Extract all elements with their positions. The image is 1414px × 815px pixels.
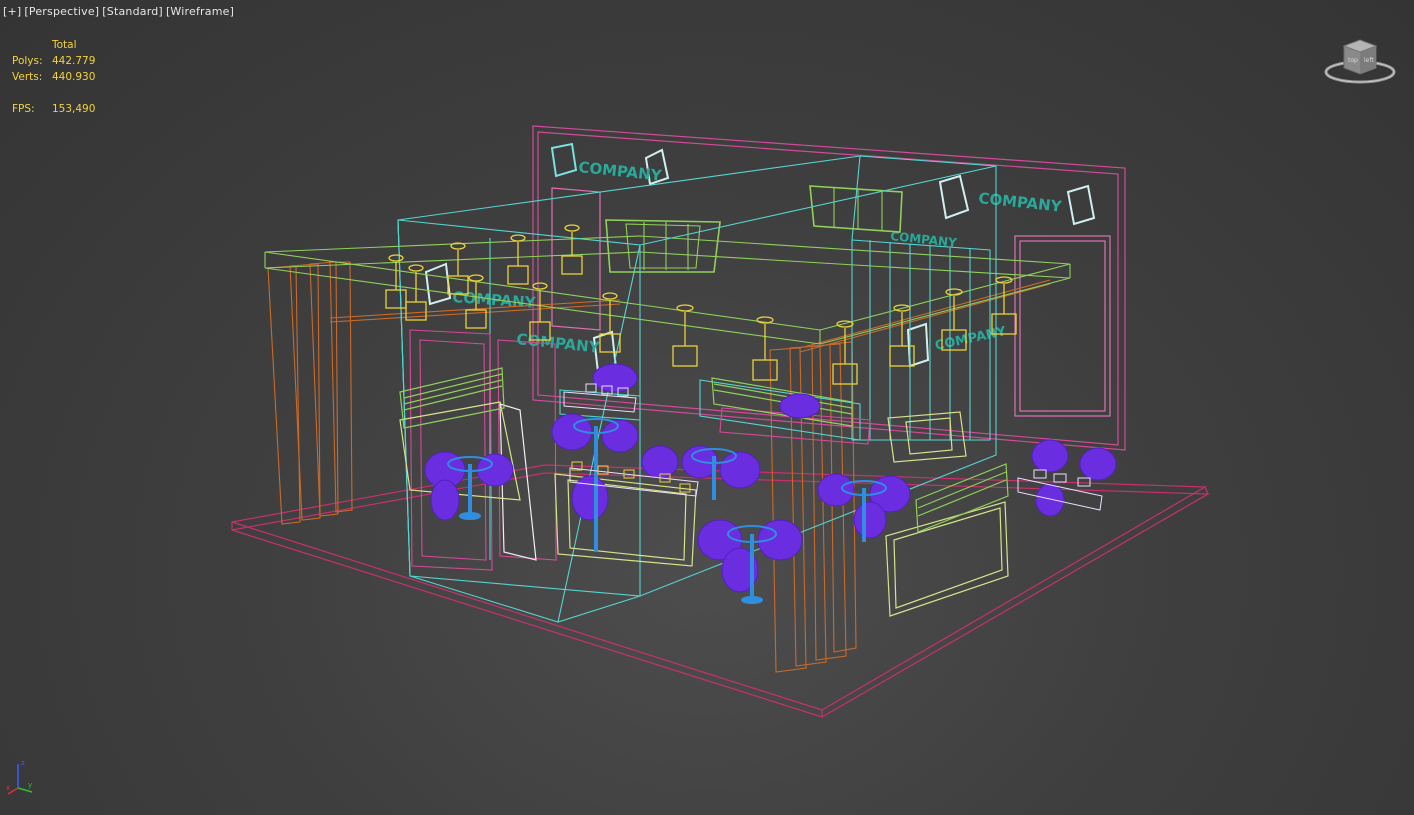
fps-value: 153,490 (52, 103, 96, 115)
polys-value: 442.779 (52, 55, 96, 67)
fps-label: FPS: (12, 103, 35, 115)
verts-value: 440.930 (52, 71, 96, 83)
axis-y-label: y (28, 781, 32, 789)
viewport-view-menu[interactable]: [Perspective] (24, 5, 99, 18)
viewport-menu-plus[interactable]: [+] (3, 5, 21, 18)
green-truss (264, 185, 1071, 345)
sign-label: COMPANY (978, 189, 1064, 216)
stats-header: Total (52, 39, 77, 51)
axis-tripod-icon: z y x (6, 759, 33, 795)
polys-label: Polys: (12, 55, 43, 67)
viewport-display-mode-menu[interactable]: [Wireframe] (166, 5, 234, 18)
statistics-overlay: Total Polys: 442.779 Verts: 440.930 FPS: 15… (12, 37, 95, 117)
viewcube-face-label: top (1348, 57, 1358, 64)
perspective-viewport[interactable]: COMPANY COMPANY COMPANY COMPANY COMPANY … (0, 0, 1414, 815)
viewcube-icon[interactable]: top left (1322, 36, 1398, 86)
viewcube-face-label: left (1364, 57, 1374, 64)
viewport-label[interactable]: [+] [Perspective] [Standard] [Wireframe] (3, 5, 237, 18)
axis-x-label: x (6, 784, 10, 792)
axis-z-label: z (21, 759, 25, 767)
tables (447, 418, 887, 604)
wireframe-scene: COMPANY COMPANY COMPANY COMPANY COMPANY … (231, 125, 1211, 718)
sign-label: COMPANY (578, 158, 664, 185)
viewport-shading-style-menu[interactable]: [Standard] (102, 5, 163, 18)
verts-label: Verts: (12, 71, 43, 83)
sign-label: COMPANY (516, 330, 602, 357)
